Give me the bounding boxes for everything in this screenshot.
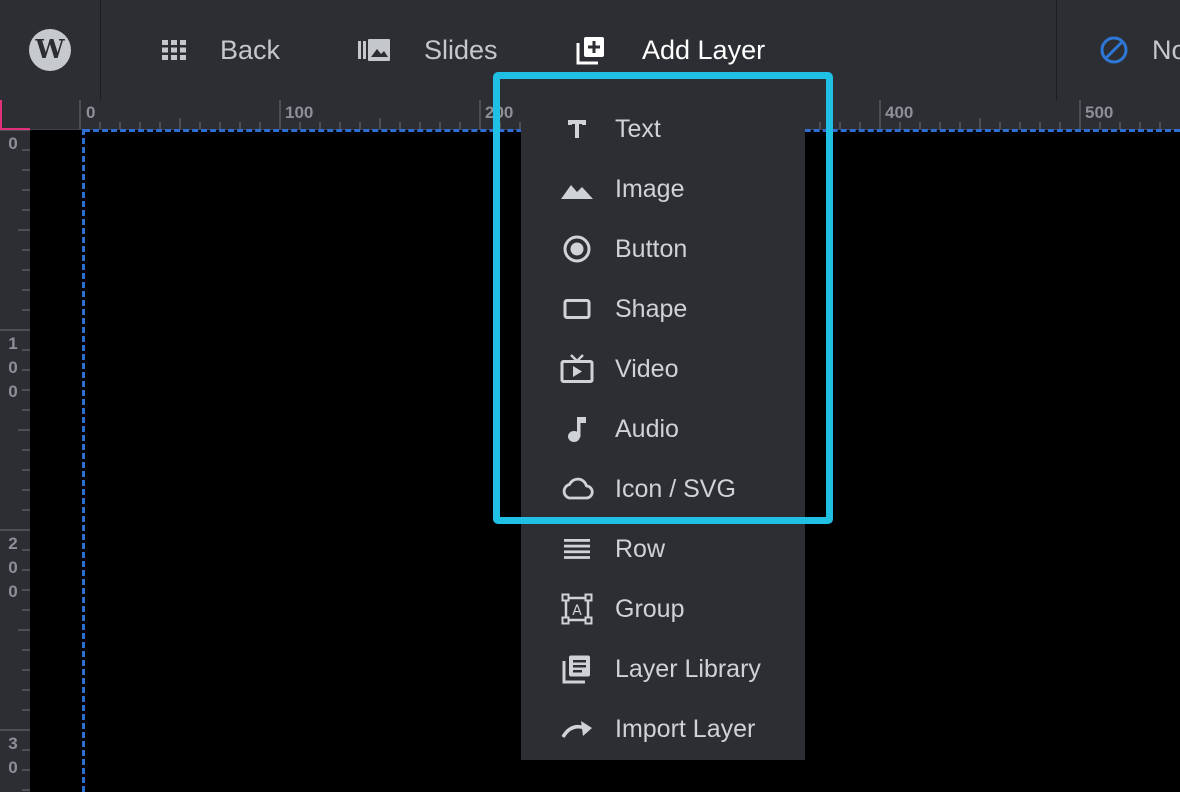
shape-icon [557, 289, 597, 329]
menu-item-label: Image [615, 174, 685, 203]
wordpress-button[interactable]: W [0, 0, 101, 100]
add-layer-button[interactable]: Add Layer [576, 0, 765, 100]
menu-item-label: Text [615, 114, 661, 143]
menu-item-label: Row [615, 534, 666, 563]
grid-icon [162, 40, 186, 60]
add-layer-label: Add Layer [642, 34, 766, 65]
video-icon [557, 349, 597, 389]
menu-item-shape[interactable]: Shape [521, 279, 805, 339]
vertical-ruler: 0 100 200 30 [0, 130, 30, 792]
menu-item-label: Group [615, 594, 685, 623]
no-option-button[interactable]: No [1100, 0, 1180, 100]
no-option-label: No [1152, 34, 1180, 65]
library-icon [557, 649, 597, 689]
back-button[interactable]: Back [162, 0, 280, 100]
menu-item-image[interactable]: Image [521, 159, 805, 219]
slides-label: Slides [424, 34, 498, 65]
menu-item-import-layer[interactable]: Import Layer [521, 699, 805, 759]
button-icon [557, 229, 597, 269]
canvas-guide-left [82, 129, 85, 792]
menu-item-label: Import Layer [615, 714, 756, 743]
menu-item-label: Shape [615, 294, 688, 323]
row-icon [557, 529, 597, 569]
ruler-label: 400 [885, 103, 914, 122]
image-icon [557, 169, 597, 209]
wordpress-logo-icon: W [29, 29, 71, 71]
menu-item-label: Video [615, 354, 679, 383]
menu-item-layer-library[interactable]: Layer Library [521, 639, 805, 699]
text-icon [557, 109, 597, 149]
slides-icon [358, 39, 390, 61]
ruler-label: 100 [8, 334, 18, 401]
menu-item-icon-svg[interactable]: Icon / SVG [521, 459, 805, 519]
prohibited-icon [1100, 36, 1128, 64]
menu-item-group[interactable]: A Group [521, 579, 805, 639]
group-icon: A [557, 589, 597, 629]
ruler-label: 0 [86, 103, 96, 122]
ruler-label: 200 [485, 103, 514, 122]
menu-item-audio[interactable]: Audio [521, 399, 805, 459]
menu-item-text[interactable]: Text [521, 99, 805, 159]
slides-button[interactable]: Slides [358, 0, 498, 100]
menu-item-button[interactable]: Button [521, 219, 805, 279]
audio-icon [557, 409, 597, 449]
menu-item-video[interactable]: Video [521, 339, 805, 399]
cloud-icon [557, 469, 597, 509]
import-icon [557, 709, 597, 749]
toolbar-divider [1056, 0, 1057, 100]
menu-item-row[interactable]: Row [521, 519, 805, 579]
menu-item-label: Audio [615, 414, 679, 443]
ruler-label: 200 [8, 534, 18, 601]
ruler-origin-marker [0, 100, 30, 130]
ruler-label: 0 [8, 134, 18, 153]
menu-item-label: Button [615, 234, 688, 263]
ruler-label: 500 [1085, 103, 1114, 122]
menu-item-label: Layer Library [615, 654, 761, 683]
menu-item-label: Icon / SVG [615, 474, 736, 503]
back-label: Back [220, 34, 281, 65]
add-layer-icon [576, 35, 606, 65]
add-layer-menu: Text Image Button Shape Video Audio Icon… [521, 99, 805, 760]
ruler-label: 30 [8, 734, 18, 777]
svg-text:A: A [572, 603, 582, 619]
top-toolbar: W Back Slides Add Layer No [0, 0, 1180, 100]
ruler-label: 100 [285, 103, 314, 122]
